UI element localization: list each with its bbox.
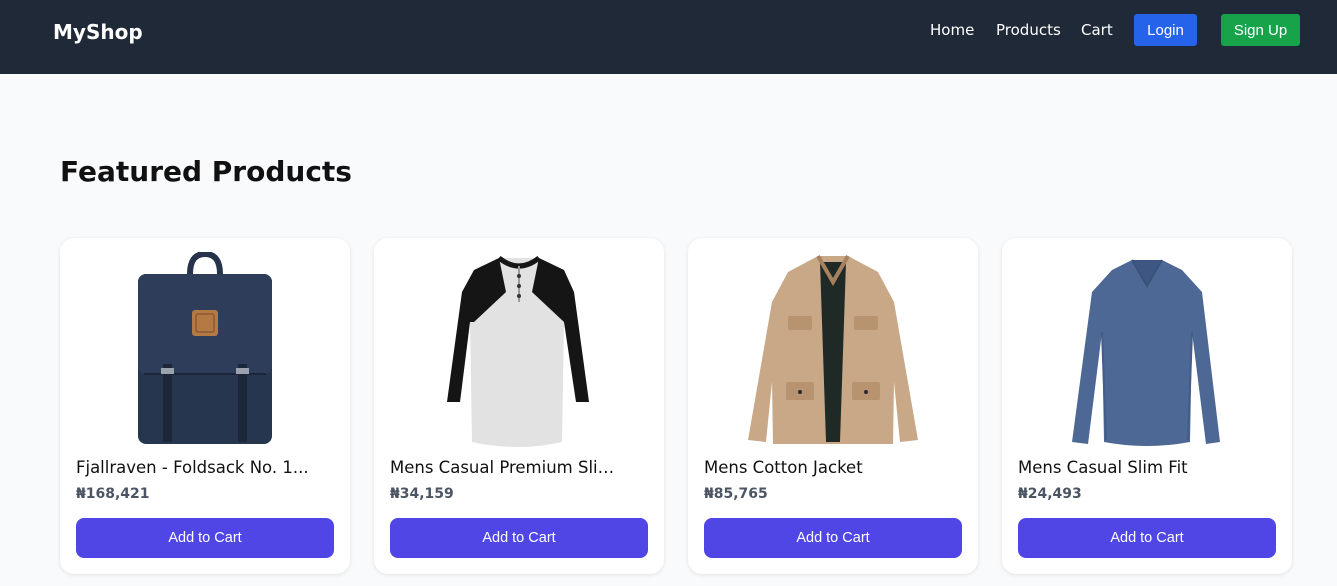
backpack-image[interactable] bbox=[60, 252, 350, 448]
nav-link-products[interactable]: Products bbox=[996, 21, 1061, 39]
login-button[interactable]: Login bbox=[1134, 14, 1197, 46]
brand-logo[interactable]: MyShop bbox=[53, 20, 143, 44]
product-card: Mens Cotton Jacket ₦85,765 Add to Cart bbox=[688, 238, 978, 574]
add-to-cart-button[interactable]: Add to Cart bbox=[704, 518, 962, 558]
nav-link-home[interactable]: Home bbox=[930, 21, 974, 39]
product-title[interactable]: Fjallraven - Foldsack No. 1... bbox=[76, 458, 311, 477]
navbar: MyShop Home Products Cart Login Sign Up bbox=[0, 0, 1337, 74]
add-to-cart-button[interactable]: Add to Cart bbox=[1018, 518, 1276, 558]
product-title[interactable]: Mens Casual Slim Fit bbox=[1018, 458, 1253, 477]
product-card: Fjallraven - Foldsack No. 1... ₦168,421 … bbox=[60, 238, 350, 574]
product-price: ₦24,493 bbox=[1018, 486, 1082, 502]
add-to-cart-button[interactable]: Add to Cart bbox=[390, 518, 648, 558]
section-title: Featured Products bbox=[60, 155, 352, 188]
add-to-cart-button[interactable]: Add to Cart bbox=[76, 518, 334, 558]
product-price: ₦34,159 bbox=[390, 486, 454, 502]
cotton-jacket-image[interactable] bbox=[688, 252, 978, 448]
product-card: Mens Casual Slim Fit ₦24,493 Add to Cart bbox=[1002, 238, 1292, 574]
slim-fit-shirt-image[interactable] bbox=[1002, 252, 1292, 448]
product-card: Mens Casual Premium Slim F... ₦34,159 Ad… bbox=[374, 238, 664, 574]
product-title[interactable]: Mens Casual Premium Slim F... bbox=[390, 458, 625, 477]
product-price: ₦85,765 bbox=[704, 486, 768, 502]
product-title[interactable]: Mens Cotton Jacket bbox=[704, 458, 939, 477]
signup-button[interactable]: Sign Up bbox=[1221, 14, 1300, 46]
raglan-tshirt-image[interactable] bbox=[374, 252, 664, 448]
nav-link-cart[interactable]: Cart bbox=[1081, 21, 1113, 39]
product-price: ₦168,421 bbox=[76, 486, 150, 502]
